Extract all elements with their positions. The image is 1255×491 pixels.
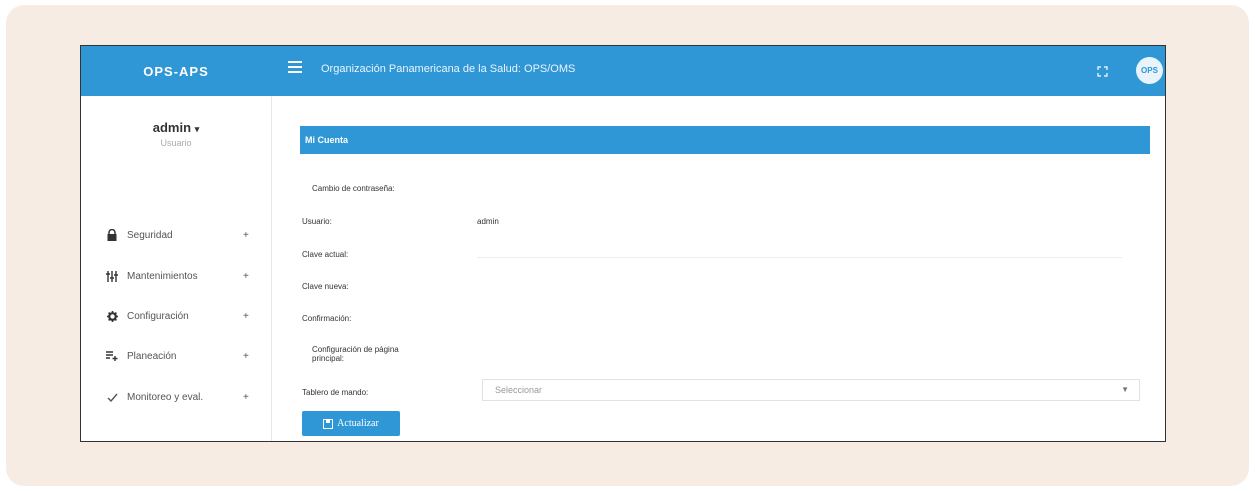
update-button[interactable]: Actualizar: [302, 411, 400, 436]
sidebar: admin ▾ Usuario Seguridad + Mantenimient…: [81, 96, 272, 441]
lock-icon: [106, 229, 118, 241]
sidebar-item-seguridad[interactable]: Seguridad +: [81, 222, 271, 248]
user-menu-toggle[interactable]: admin ▾: [81, 120, 271, 135]
expand-icon: +: [243, 310, 249, 322]
save-icon: [323, 418, 334, 429]
expand-icon: +: [243, 350, 249, 362]
sidebar-item-planeacion[interactable]: Planeación +: [81, 343, 271, 369]
top-navbar: OPS-APS Organización Panamericana de la …: [81, 46, 1165, 96]
sidebar-item-label: Planeación: [127, 350, 177, 362]
gear-icon: [106, 310, 118, 322]
new-password-field[interactable]: [477, 280, 1122, 290]
caret-down-icon: ▾: [194, 124, 200, 134]
username-value: admin: [477, 217, 499, 226]
expand-icon: +: [243, 229, 249, 241]
check-icon: [106, 391, 118, 403]
sidebar-item-label: Configuración: [127, 310, 189, 322]
sidebar-item-configuracion[interactable]: Configuración +: [81, 303, 271, 329]
expand-icon: +: [243, 391, 249, 403]
sliders-icon: [106, 270, 118, 282]
brand-logo[interactable]: OPS-APS: [81, 46, 271, 96]
dashboard-select-value: Seleccionar: [495, 385, 543, 395]
fullscreen-icon[interactable]: [1097, 64, 1108, 77]
user-avatar[interactable]: OPS: [1136, 57, 1163, 84]
username-label: Usuario:: [302, 217, 332, 226]
expand-icon: +: [243, 270, 249, 282]
sidebar-item-mantenimientos[interactable]: Mantenimientos +: [81, 263, 271, 289]
confirmation-field[interactable]: [477, 312, 1122, 322]
menu-toggle-icon[interactable]: [288, 61, 302, 75]
list-plus-icon: [106, 350, 118, 362]
app-window: OPS-APS Organización Panamericana de la …: [80, 45, 1166, 442]
user-panel: admin ▾ Usuario: [81, 120, 271, 148]
sidebar-item-label: Seguridad: [127, 229, 173, 241]
dashboard-label: Tablero de mando:: [302, 388, 369, 397]
sidebar-item-label: Mantenimientos: [127, 270, 198, 282]
password-section-heading: Cambio de contraseña:: [312, 184, 395, 193]
user-name: admin: [152, 120, 192, 135]
organization-title: Organización Panamericana de la Salud: O…: [321, 63, 576, 75]
current-password-field[interactable]: [477, 257, 1122, 258]
panel-title: Mi Cuenta: [300, 126, 1150, 154]
dashboard-select[interactable]: Seleccionar ▼: [482, 379, 1140, 401]
chevron-down-icon: ▼: [1121, 385, 1129, 394]
current-password-label: Clave actual:: [302, 250, 349, 259]
confirmation-label: Confirmación:: [302, 314, 352, 323]
user-role: Usuario: [160, 138, 192, 148]
sidebar-item-monitoreo[interactable]: Monitoreo y eval. +: [81, 384, 271, 410]
new-password-label: Clave nueva:: [302, 282, 349, 291]
homepage-section-heading: Configuración de página principal:: [312, 345, 399, 363]
sidebar-item-label: Monitoreo y eval.: [127, 391, 204, 403]
update-button-label: Actualizar: [337, 418, 379, 429]
